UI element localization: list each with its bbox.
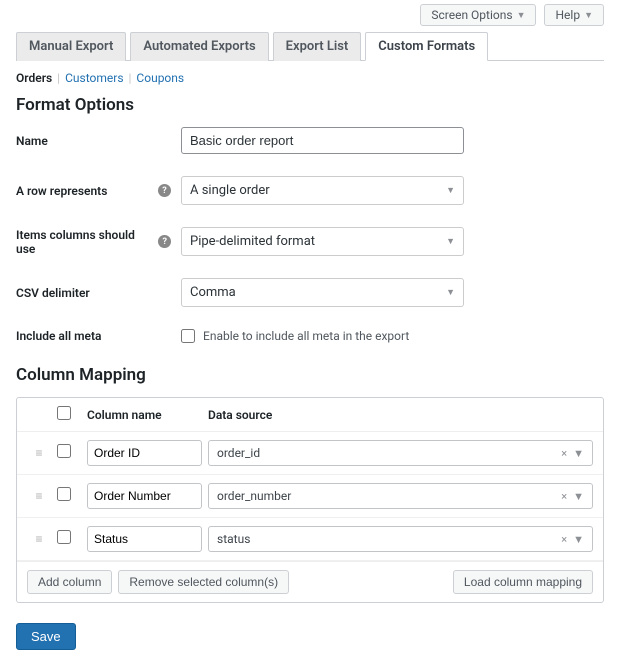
row-checkbox[interactable] xyxy=(57,487,71,501)
item-cols-value: Pipe-delimited format xyxy=(190,234,315,249)
subtab-coupons[interactable]: Coupons xyxy=(136,71,184,85)
clear-icon[interactable]: × xyxy=(561,533,567,546)
load-mapping-button[interactable]: Load column mapping xyxy=(453,570,593,594)
help-icon[interactable]: ? xyxy=(158,235,171,248)
remove-selected-button[interactable]: Remove selected column(s) xyxy=(118,570,289,594)
name-input[interactable] xyxy=(181,127,464,154)
add-column-button[interactable]: Add column xyxy=(27,570,112,594)
help-button[interactable]: Help ▼ xyxy=(544,4,604,26)
column-name-input[interactable] xyxy=(87,526,202,552)
include-meta-wrap[interactable]: Enable to include all meta in the export xyxy=(181,329,409,343)
subtabs: Orders | Customers | Coupons xyxy=(16,71,604,85)
data-source-value: status xyxy=(217,532,250,546)
column-name-input[interactable] xyxy=(87,440,202,466)
drag-handle-icon[interactable]: ≡ xyxy=(27,489,51,503)
include-meta-desc: Enable to include all meta in the export xyxy=(203,329,409,343)
chevron-down-icon: ▼ xyxy=(573,447,584,460)
separator: | xyxy=(129,71,132,85)
column-mapping-table: Column name Data source ≡ order_id × ▼ ≡ … xyxy=(16,397,604,603)
chevron-down-icon: ▼ xyxy=(446,236,455,247)
data-source-select[interactable]: order_id × ▼ xyxy=(208,440,593,466)
data-source-select[interactable]: order_number × ▼ xyxy=(208,483,593,509)
th-column-name: Column name xyxy=(87,408,202,422)
table-row: ≡ status × ▼ xyxy=(17,518,603,561)
drag-handle-icon[interactable]: ≡ xyxy=(27,446,51,460)
clear-icon[interactable]: × xyxy=(561,490,567,503)
row-represents-select[interactable]: A single order ▼ xyxy=(181,176,464,205)
screen-options-button[interactable]: Screen Options ▼ xyxy=(420,4,536,26)
heading-format-options: Format Options xyxy=(16,95,604,115)
label-item-cols: Items columns should use xyxy=(16,228,152,256)
item-cols-select[interactable]: Pipe-delimited format ▼ xyxy=(181,227,464,256)
save-button[interactable]: Save xyxy=(16,623,76,650)
help-label: Help xyxy=(555,8,580,22)
tab-automated-exports[interactable]: Automated Exports xyxy=(130,32,268,61)
csv-delim-select[interactable]: Comma ▼ xyxy=(181,278,464,307)
chevron-down-icon: ▼ xyxy=(517,10,526,21)
label-row-represents: A row represents xyxy=(16,184,107,198)
row-represents-value: A single order xyxy=(190,183,270,198)
chevron-down-icon: ▼ xyxy=(446,287,455,298)
subtab-orders[interactable]: Orders xyxy=(16,71,52,85)
heading-column-mapping: Column Mapping xyxy=(16,365,604,385)
main-tabs: Manual Export Automated Exports Export L… xyxy=(16,32,604,61)
csv-delim-value: Comma xyxy=(190,285,236,300)
tab-manual-export[interactable]: Manual Export xyxy=(16,32,126,61)
include-meta-checkbox[interactable] xyxy=(181,329,195,343)
row-checkbox[interactable] xyxy=(57,444,71,458)
data-source-value: order_id xyxy=(217,446,260,460)
clear-icon[interactable]: × xyxy=(561,447,567,460)
table-row: ≡ order_number × ▼ xyxy=(17,475,603,518)
label-include-meta: Include all meta xyxy=(16,329,181,343)
chevron-down-icon: ▼ xyxy=(573,490,584,503)
chevron-down-icon: ▼ xyxy=(573,533,584,546)
help-icon[interactable]: ? xyxy=(158,184,171,197)
data-source-value: order_number xyxy=(217,489,291,503)
subtab-customers[interactable]: Customers xyxy=(65,71,123,85)
select-all-checkbox[interactable] xyxy=(57,406,71,420)
drag-handle-icon[interactable]: ≡ xyxy=(27,532,51,546)
chevron-down-icon: ▼ xyxy=(584,10,593,21)
screen-options-label: Screen Options xyxy=(431,8,512,22)
th-data-source: Data source xyxy=(208,408,593,422)
table-row: ≡ order_id × ▼ xyxy=(17,432,603,475)
column-name-input[interactable] xyxy=(87,483,202,509)
tab-custom-formats[interactable]: Custom Formats xyxy=(365,32,488,61)
row-checkbox[interactable] xyxy=(57,530,71,544)
tab-export-list[interactable]: Export List xyxy=(273,32,362,61)
data-source-select[interactable]: status × ▼ xyxy=(208,526,593,552)
separator: | xyxy=(57,71,60,85)
chevron-down-icon: ▼ xyxy=(446,185,455,196)
label-name: Name xyxy=(16,134,181,148)
label-csv-delim: CSV delimiter xyxy=(16,286,181,300)
